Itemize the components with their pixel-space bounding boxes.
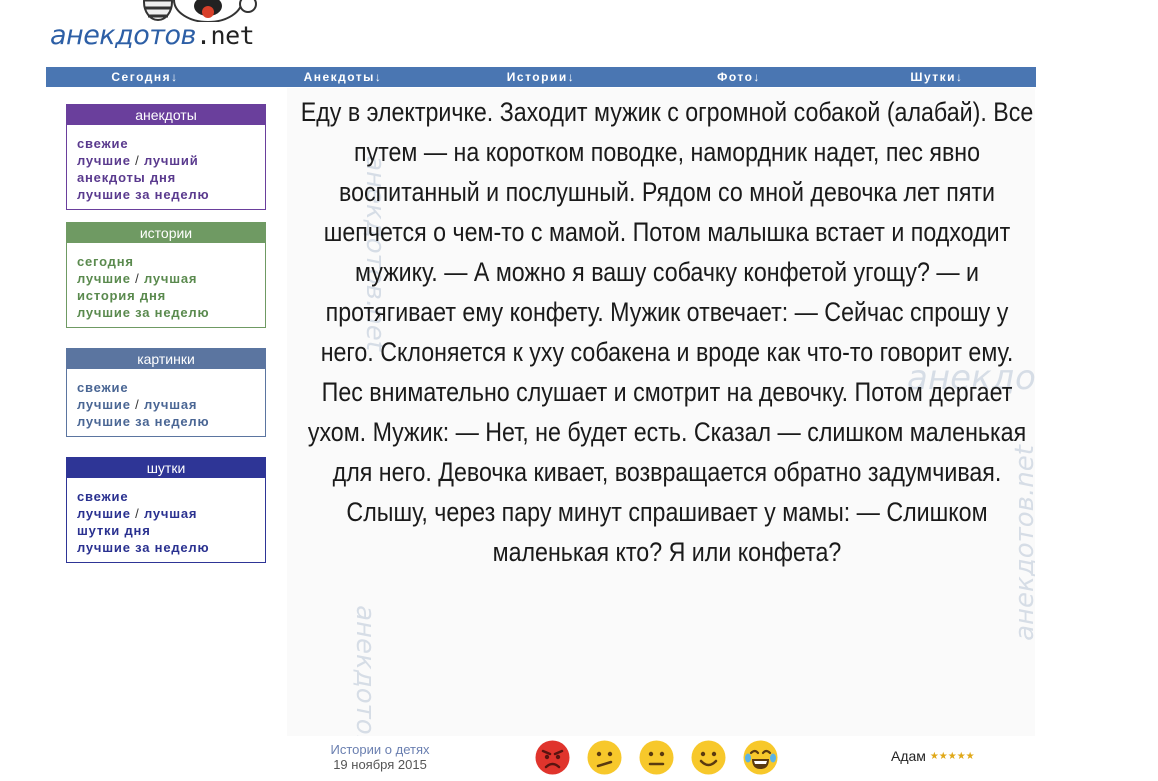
link-best[interactable]: лучшие (77, 153, 131, 168)
sidebar-box-title: истории (67, 223, 265, 243)
sidebar-box-kartinki: картинки свежие лучшие / лучшая лучшие з… (66, 348, 266, 437)
nav-today[interactable]: Сегодня↓ (46, 70, 244, 84)
link-best-one[interactable]: лучшая (144, 397, 197, 412)
sidebar-box-title: шутки (67, 458, 265, 478)
separator: / (135, 153, 140, 168)
vote-bar (535, 740, 778, 775)
story-meta: Истории о детях 19 ноября 2015 (300, 742, 460, 772)
separator: / (135, 271, 140, 286)
link-of-day[interactable]: шутки дня (77, 523, 151, 538)
story-author: Адам ★★★★★ (891, 748, 975, 764)
smiling-face-icon[interactable] (691, 740, 726, 775)
link-fresh[interactable]: свежие (77, 136, 128, 151)
site-logo[interactable]: анекдотов.net (48, 0, 288, 58)
story-text: Еду в электричке. Заходит мужик с огромн… (300, 97, 1034, 567)
link-today[interactable]: сегодня (77, 254, 134, 269)
nav-shutki[interactable]: Шутки↓ (838, 70, 1036, 84)
story-category-link[interactable]: Истории о детях (300, 742, 460, 757)
sidebar-box-anekdoty: анекдоты свежие лучшие / лучший анекдоты… (66, 104, 266, 210)
angry-face-icon[interactable] (535, 740, 570, 775)
link-best-one[interactable]: лучшая (144, 506, 197, 521)
link-best[interactable]: лучшие (77, 397, 131, 412)
sidebar-box-shutki: шутки свежие лучшие / лучшая шутки дня л… (66, 457, 266, 563)
separator: / (135, 397, 140, 412)
author-name[interactable]: Адам (891, 748, 926, 764)
sidebar-box-istorii: истории сегодня лучшие / лучшая история … (66, 222, 266, 328)
nav-foto[interactable]: Фото↓ (640, 70, 838, 84)
link-best-week[interactable]: лучшие за неделю (77, 414, 209, 429)
link-best-week[interactable]: лучшие за неделю (77, 540, 209, 555)
laughing-tears-face-icon[interactable] (743, 740, 778, 775)
confused-face-icon[interactable] (587, 740, 622, 775)
link-of-day[interactable]: анекдоты дня (77, 170, 176, 185)
link-best-one[interactable]: лучший (144, 153, 198, 168)
sidebar-box-title: анекдоты (67, 105, 265, 125)
link-best-one[interactable]: лучшая (144, 271, 197, 286)
story-card: анекдотов.net анекдотов.net анекдотов.ne… (287, 88, 1035, 736)
link-best[interactable]: лучшие (77, 506, 131, 521)
neutral-face-icon[interactable] (639, 740, 674, 775)
nav-anekdoty[interactable]: Анекдоты↓ (244, 70, 442, 84)
sidebar-box-title: картинки (67, 349, 265, 369)
main-navbar: Сегодня↓ Анекдоты↓ Истории↓ Фото↓ Шутки↓ (46, 67, 1036, 87)
author-rating-stars: ★★★★★ (929, 751, 975, 762)
separator: / (135, 506, 140, 521)
link-of-day[interactable]: история дня (77, 288, 166, 303)
story-date: 19 ноября 2015 (333, 757, 427, 772)
link-best-week[interactable]: лучшие за неделю (77, 187, 209, 202)
link-fresh[interactable]: свежие (77, 489, 128, 504)
watermark: анекдотов.net (349, 605, 380, 736)
link-best-week[interactable]: лучшие за неделю (77, 305, 209, 320)
link-best[interactable]: лучшие (77, 271, 131, 286)
link-fresh[interactable]: свежие (77, 380, 128, 395)
nav-istorii[interactable]: Истории↓ (442, 70, 640, 84)
mascot-icon (143, 0, 257, 22)
logo-wordmark: анекдотов.net (50, 20, 255, 51)
